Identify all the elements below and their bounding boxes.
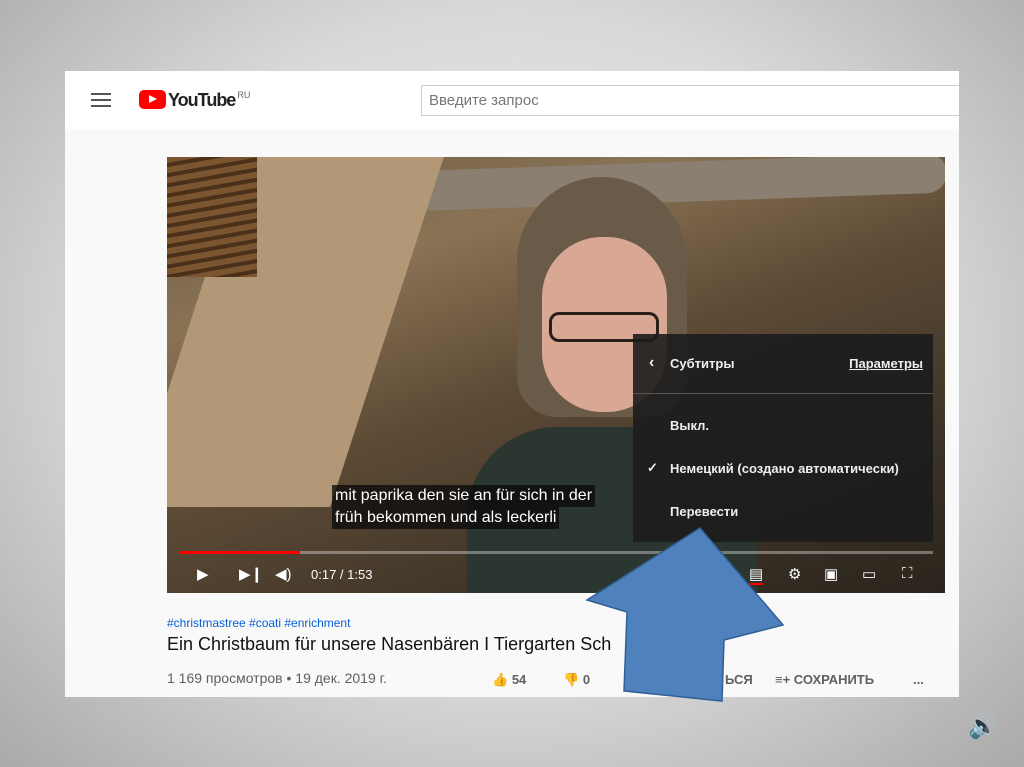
blue-arrow-annotation [585,527,785,702]
arrow-shape [585,527,785,702]
speaker-icon[interactable]: 🔊 [968,712,998,741]
